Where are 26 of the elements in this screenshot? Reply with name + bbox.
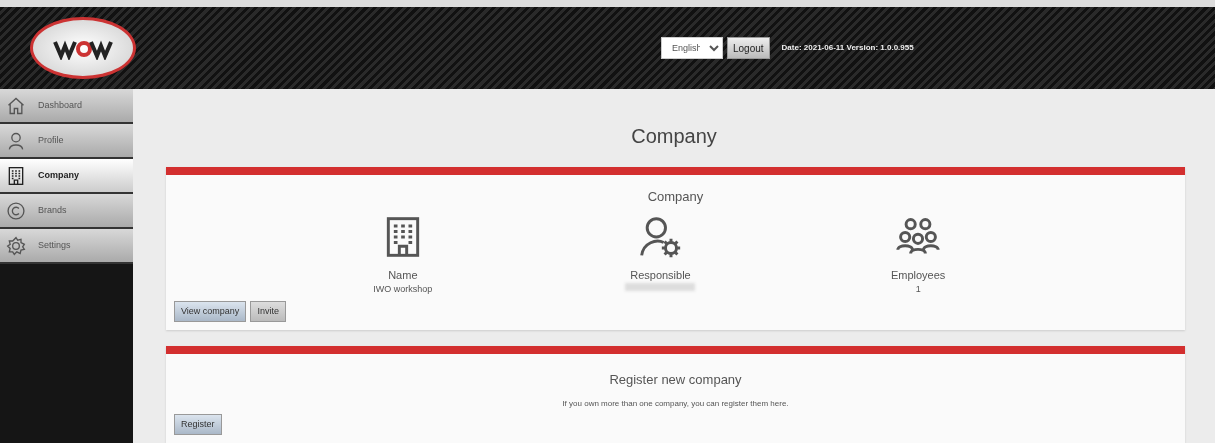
person-gear-icon (638, 214, 683, 259)
page-title: Company (630, 124, 718, 149)
house-icon (6, 95, 26, 116)
action-button[interactable]: View company (174, 300, 247, 322)
sidebar-item[interactable]: Settings (0, 229, 133, 264)
logout-button[interactable]: Logout (727, 37, 770, 59)
stat-label: Name (388, 267, 418, 283)
card-title: Company (646, 188, 705, 206)
secondary-button[interactable]: Invite (250, 300, 286, 322)
date-version-text: Date: 2021-06-11 Version: 1.0.0.955 (781, 42, 914, 54)
stat-value: IWO workshop (373, 283, 433, 296)
action-button[interactable]: Register (174, 413, 222, 435)
sidebar-item[interactable]: Profile (0, 124, 133, 159)
settings-icon (6, 235, 26, 256)
person-icon (6, 130, 26, 151)
card-title: Register new company (608, 371, 743, 389)
sidebar-item[interactable]: Company (0, 159, 133, 194)
stat-value: 1 (915, 283, 921, 296)
sidebar-item[interactable]: Dashboard (0, 89, 133, 124)
sidebar-item[interactable]: Brands (0, 194, 133, 229)
blurred-value (625, 283, 696, 291)
copyright-icon (6, 200, 26, 221)
stat-label: Employees (890, 267, 946, 283)
stat-label: Responsible (630, 267, 691, 283)
building-icon (6, 165, 26, 186)
card-text: If you own more than one company, you can register them here. (561, 397, 790, 410)
